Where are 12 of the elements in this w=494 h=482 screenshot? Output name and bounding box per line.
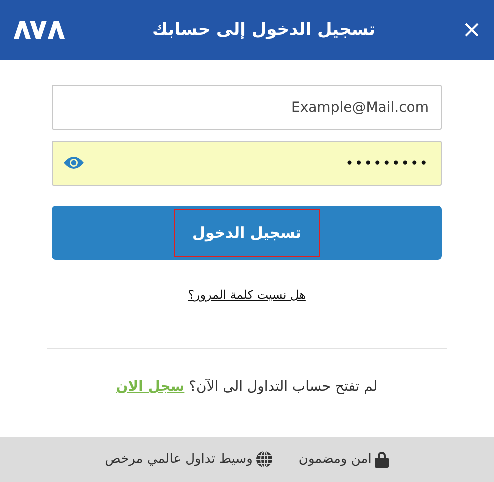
window-title: تسجيل الدخول إلى حسابك bbox=[152, 20, 376, 40]
password-field[interactable]: ••••••••• bbox=[52, 141, 442, 186]
login-button[interactable]: تسجيل الدخول bbox=[52, 206, 442, 260]
logo-icon bbox=[14, 21, 66, 39]
email-field[interactable]: Example@Mail.com bbox=[52, 85, 442, 130]
footer-label: امن ومضمون bbox=[298, 452, 372, 467]
eye-icon[interactable] bbox=[64, 156, 84, 170]
signup-prompt: لم تفتح حساب التداول الى الآن؟ سجل الان bbox=[116, 379, 378, 395]
lock-icon bbox=[374, 451, 389, 468]
globe-icon bbox=[256, 451, 273, 468]
forgot-password-link[interactable]: هل نسيت كلمة المرور؟ bbox=[188, 288, 306, 302]
footer-label: وسيط تداول عالمي مرخص bbox=[105, 452, 253, 467]
